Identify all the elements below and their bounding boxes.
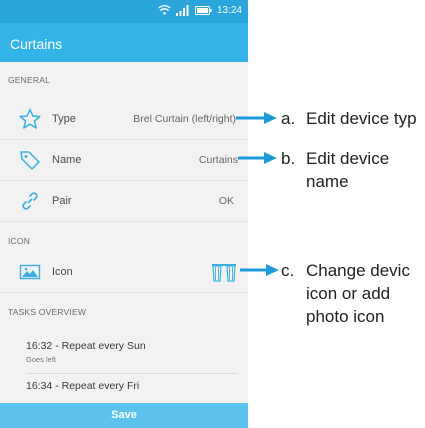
annotation-c-text-2: icon or add [306,284,391,303]
tag-icon [20,151,40,170]
wifi-icon [158,5,171,15]
signal-icon [175,5,189,16]
pair-label: Pair [52,195,72,207]
arrow-a-icon [236,112,277,124]
type-row[interactable]: Type Brel Curtain (left/right) [0,99,248,140]
task-title: 16:32 - Repeat every Sun [26,340,146,352]
arrow-b-icon [238,152,277,164]
section-header-label: GENERAL [8,75,51,85]
annotation-b-text-2: name [306,172,349,191]
icon-label: Icon [52,266,73,278]
pair-value[interactable]: OK [219,195,234,207]
annotation-c-text-3: photo icon [306,307,385,326]
section-header-icon: ICON [0,229,248,251]
battery-icon [194,6,212,15]
icon-row[interactable]: Icon [0,252,248,293]
star-icon [19,108,41,129]
arrow-c-icon [240,264,279,276]
type-value[interactable]: Brel Curtain (left/right) [133,113,236,125]
link-icon [22,192,38,210]
task-title: 16:34 - Repeat every Fri [26,380,140,392]
task-item[interactable]: 16:32 - Repeat every Sun Goes left [0,332,248,372]
section-header-general: GENERAL [0,68,248,90]
task-subtitle: Goes left [26,355,57,364]
annotation-b-text-1: Edit device [306,149,390,168]
section-header-label: TASKS OVERVIEW [8,307,87,317]
section-header-label: ICON [8,236,31,246]
status-icons: 13:24 [158,4,242,17]
status-bar: 13:24 [0,0,248,23]
annotation-c-text-1: Change devic [306,261,410,280]
page-title: Curtains [10,36,63,52]
status-time: 13:24 [216,4,242,16]
phone-screen: 13:24 Curtains GENERAL Type Brel Curtain… [0,0,248,428]
curtain-icon[interactable] [212,264,236,282]
type-label: Type [52,113,76,125]
annotation-a-text: Edit device typ [306,109,417,128]
pair-row[interactable]: Pair OK [0,181,248,222]
annotation-c-letter: c. [281,261,295,280]
app-bar: Curtains [0,23,248,62]
annotation-b-letter: b. [281,149,296,168]
section-header-tasks: TASKS OVERVIEW [0,300,248,322]
name-row[interactable]: Name Curtains [0,140,248,181]
save-button[interactable]: Save [0,403,248,428]
annotation-a-letter: a. [281,109,296,128]
name-value[interactable]: Curtains [199,154,238,166]
picture-icon [19,264,41,280]
name-label: Name [52,154,82,166]
